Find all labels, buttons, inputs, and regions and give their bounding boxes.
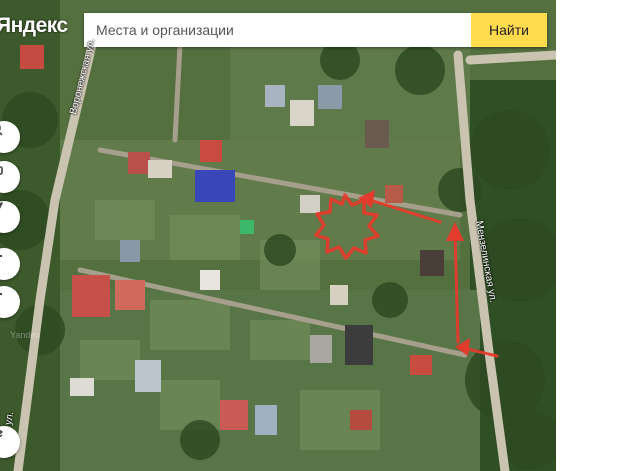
ruler-icon	[0, 125, 3, 136]
search-button[interactable]: Найти	[471, 13, 547, 47]
zoom-out-icon	[0, 293, 2, 295]
map-watermark: Yandex	[10, 330, 40, 340]
satellite-map[interactable]: Яндекс Найти	[0, 0, 556, 471]
search-bar: Найти	[84, 13, 547, 47]
search-input[interactable]	[84, 13, 464, 47]
layers-icon	[0, 429, 3, 438]
zoom-in-icon	[0, 255, 2, 257]
locate-icon	[0, 202, 3, 209]
yandex-logo[interactable]: Яндекс	[0, 14, 68, 38]
street-label-bottom-left: ул.	[3, 410, 17, 426]
route-icon	[0, 166, 3, 175]
